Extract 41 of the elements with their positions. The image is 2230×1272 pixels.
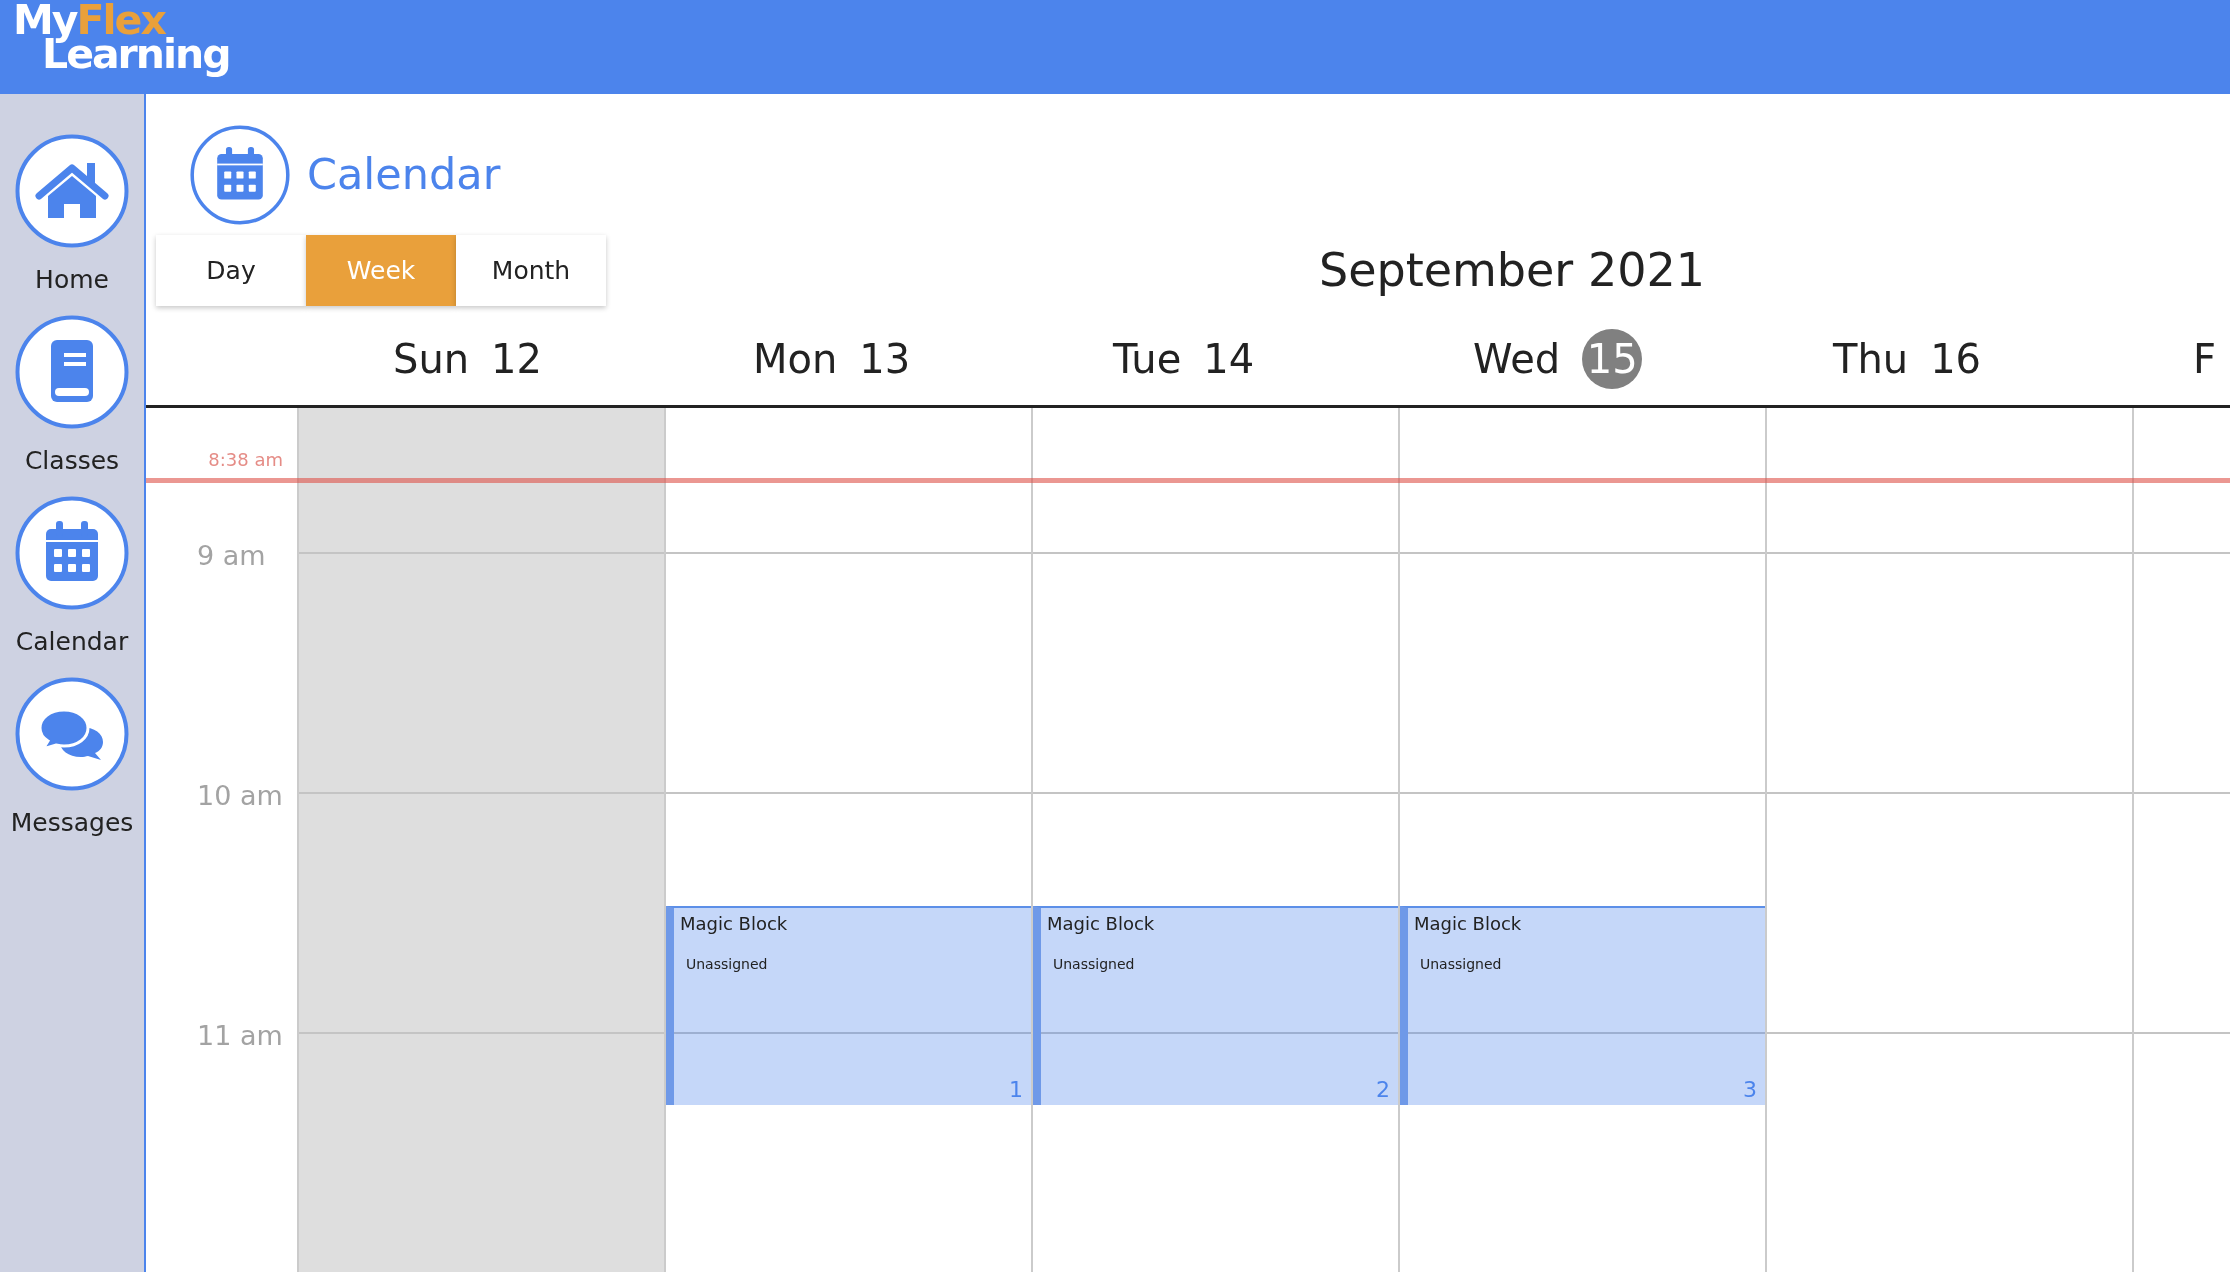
weekday-label: Sun — [393, 335, 470, 382]
event-title: Magic Block — [680, 913, 788, 935]
weekday-label: Mon — [753, 335, 838, 382]
date-label: 12 — [491, 335, 542, 382]
calendar-icon — [15, 496, 129, 610]
event-block[interactable]: Magic Block Unassigned 2 — [1033, 906, 1398, 1105]
date-label: 13 — [859, 335, 911, 382]
book-icon — [15, 315, 129, 429]
event-number: 1 — [1009, 1077, 1023, 1103]
view-tab[interactable]: Month — [456, 235, 606, 306]
event-title: Magic Block — [1047, 913, 1155, 935]
event-number: 3 — [1743, 1077, 1757, 1103]
weekday-label: F — [2193, 335, 2216, 382]
weekday-label: Thu — [1833, 335, 1909, 382]
today-date-badge: 15 — [1582, 328, 1643, 389]
sidebar-nav-item[interactable]: Calendar — [15, 496, 129, 657]
chat-bubbles-icon — [15, 677, 129, 791]
hour-label: 11 am — [197, 1020, 283, 1052]
date-label: 16 — [1930, 335, 1982, 382]
view-tab[interactable]: Day — [156, 235, 306, 306]
hour-label: 9 am — [197, 540, 266, 572]
page-title: Calendar — [307, 151, 501, 199]
house-icon — [15, 134, 129, 248]
event-subtitle: Unassigned — [686, 955, 768, 973]
event-block[interactable]: Magic Block Unassigned 3 — [1400, 906, 1765, 1105]
hour-label: 10 am — [197, 780, 283, 812]
calendar-icon — [190, 125, 290, 225]
logo-wordmark: MyFlex Learning — [13, 0, 231, 80]
weekday-label: Tue — [1113, 335, 1182, 382]
sidebar-nav-item[interactable]: Classes — [15, 315, 129, 476]
weekday-label: Wed — [1473, 335, 1561, 382]
sidebar-nav-item[interactable]: Messages — [10, 677, 134, 838]
event-subtitle: Unassigned — [1053, 955, 1135, 973]
event-number: 2 — [1376, 1077, 1390, 1103]
current-time-label: 8:38 am — [208, 449, 283, 471]
event-block[interactable]: Magic Block Unassigned 1 — [666, 906, 1031, 1105]
period-title: September 2021 — [1319, 242, 1705, 299]
sidebar-nav-item[interactable]: Home — [15, 134, 129, 295]
date-label: 14 — [1203, 335, 1255, 382]
event-subtitle: Unassigned — [1420, 955, 1502, 973]
event-title: Magic Block — [1414, 913, 1522, 935]
